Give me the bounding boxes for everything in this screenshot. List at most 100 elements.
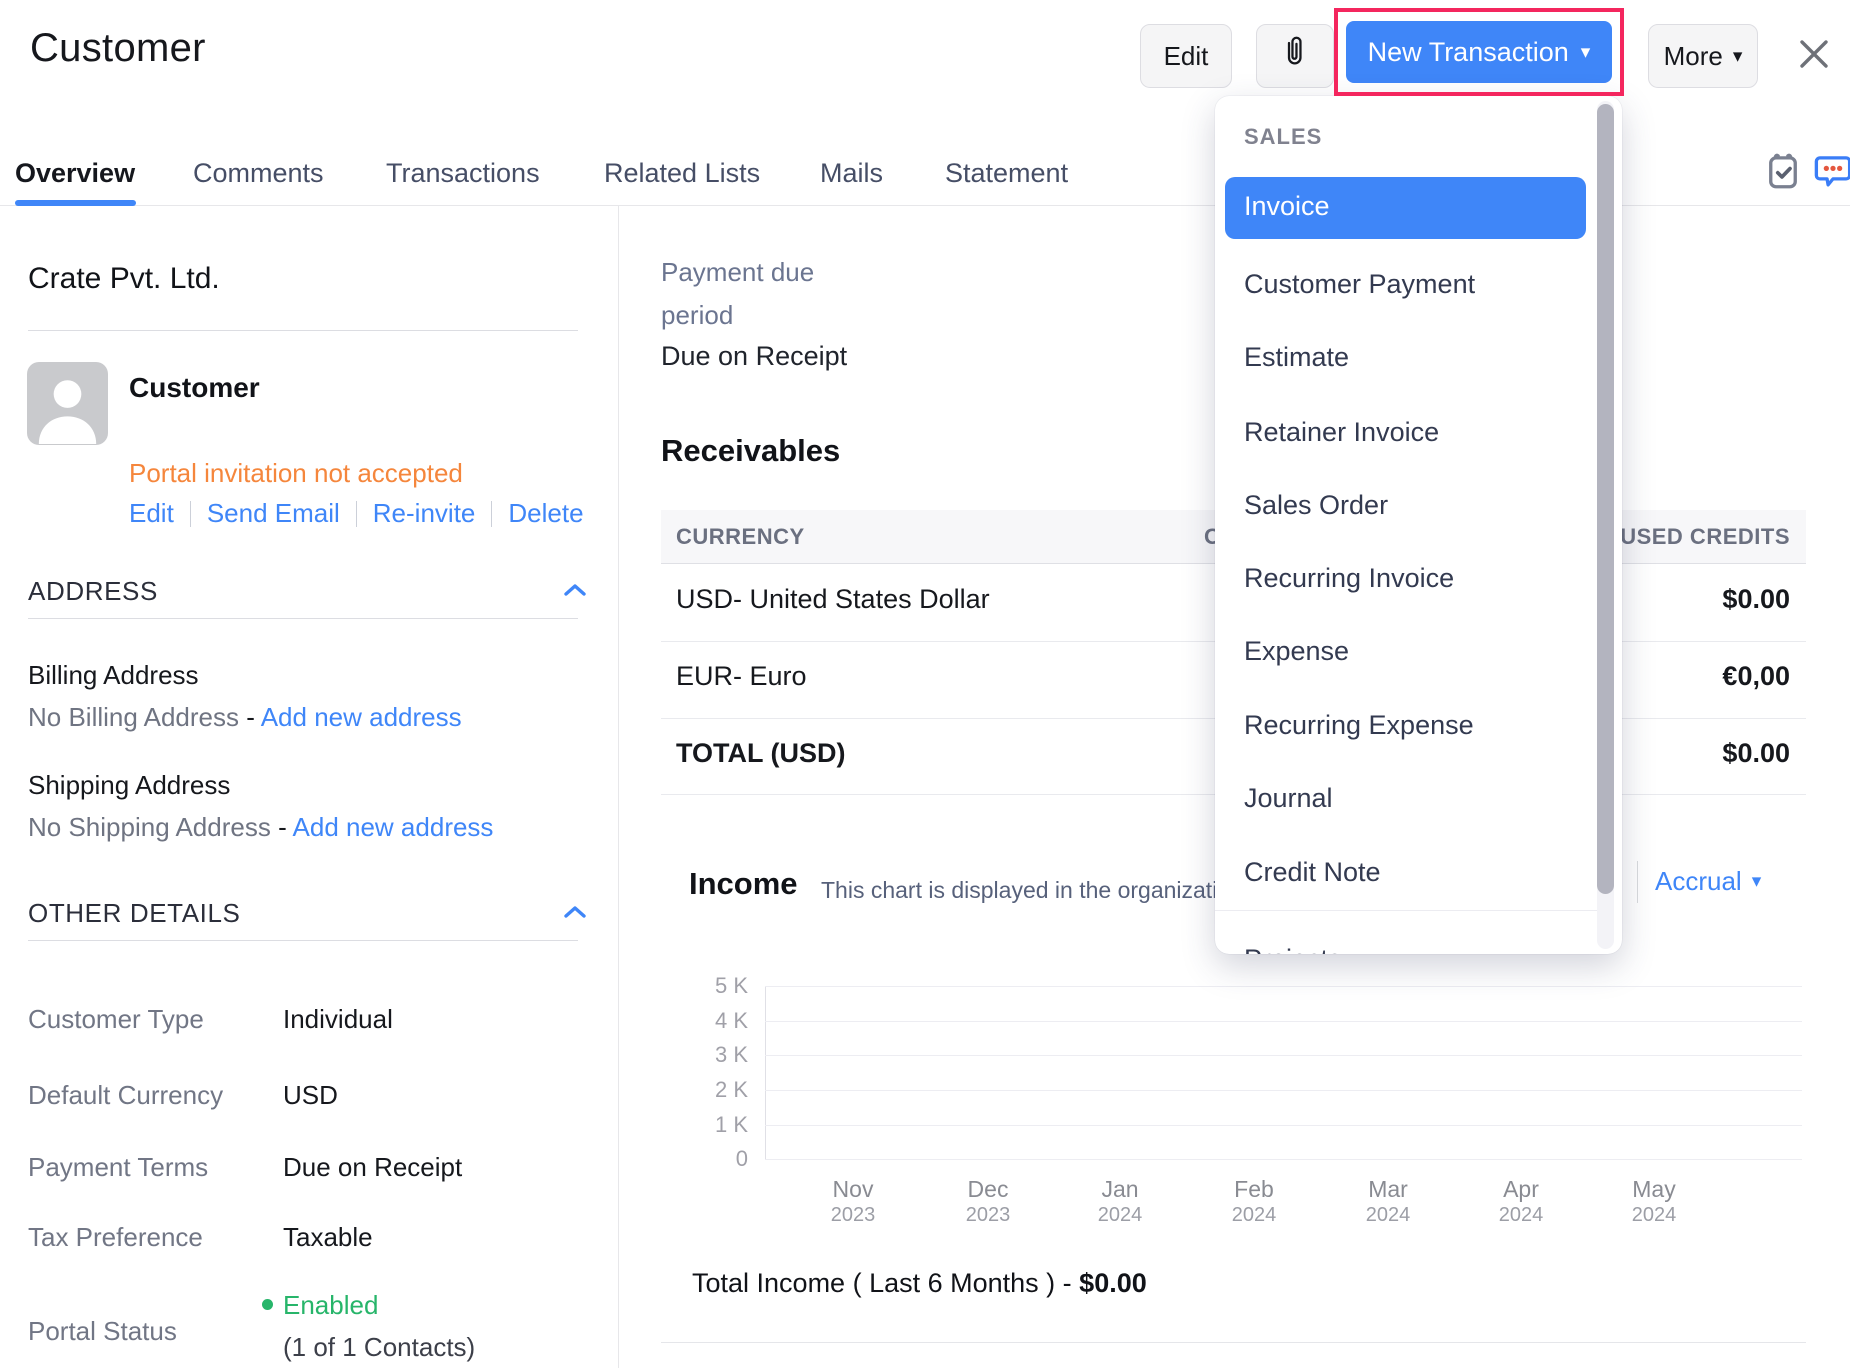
xtick-year: 2023 <box>830 1204 876 1226</box>
shipping-address-empty: No Shipping Address <box>28 812 271 842</box>
chevron-down-icon: ▾ <box>1580 41 1591 63</box>
ytick-5k: 5 K <box>714 973 748 998</box>
portal-warning-text: Portal invitation not accepted <box>129 458 463 488</box>
menu-item-customer-payment[interactable]: Customer Payment <box>1244 269 1574 307</box>
tax-preference-value: Taxable <box>283 1222 373 1252</box>
collapse-other-details-icon[interactable] <box>563 904 587 920</box>
portal-status-label: Portal Status <box>28 1316 177 1346</box>
tab-related-lists[interactable]: Related Lists <box>604 158 760 189</box>
xtick-month: May <box>1632 1176 1676 1202</box>
gridline <box>765 1021 1802 1022</box>
xtick-month: Nov <box>832 1176 874 1202</box>
customer-detail-page: Customer Edit New Transaction ▾ More ▾ O… <box>0 0 1850 1368</box>
menu-scrollbar-thumb[interactable] <box>1597 104 1614 894</box>
xtick-month: Dec <box>967 1176 1009 1202</box>
ytick-4k: 4 K <box>714 1008 748 1033</box>
xtick-year: 2024 <box>1631 1204 1677 1226</box>
menu-item-recurring-expense[interactable]: Recurring Expense <box>1244 710 1574 748</box>
attachment-button[interactable] <box>1256 24 1334 88</box>
billing-address-empty: No Billing Address <box>28 702 239 732</box>
gridline <box>765 1055 1802 1056</box>
ytick-2k: 2 K <box>714 1077 748 1102</box>
customer-type-label: Customer Type <box>28 1004 204 1034</box>
tab-mails[interactable]: Mails <box>820 158 883 189</box>
gridline <box>765 986 1802 987</box>
collapse-address-icon[interactable] <box>563 582 587 598</box>
divider <box>491 500 493 527</box>
receivables-title: Receivables <box>661 433 841 468</box>
xtick-month: Mar <box>1368 1176 1408 1202</box>
divider <box>189 500 191 527</box>
menu-item-invoice-label: Invoice <box>1244 191 1330 221</box>
status-dot-icon <box>262 1299 273 1310</box>
chart-baseline <box>765 1159 1802 1160</box>
payment-due-period-label-line2: period <box>661 300 734 330</box>
total-income-value: $0.00 <box>1079 1268 1147 1298</box>
row-currency-eur: EUR- Euro <box>676 661 807 691</box>
col-currency: CURRENCY <box>676 524 805 549</box>
company-name: Crate Pvt. Ltd. <box>28 262 220 295</box>
tab-overview[interactable]: Overview <box>15 158 135 189</box>
menu-item-recurring-invoice[interactable]: Recurring Invoice <box>1244 563 1574 601</box>
income-title: Income <box>689 866 798 901</box>
paperclip-icon <box>1279 35 1311 78</box>
divider <box>661 1342 1806 1343</box>
tab-transactions[interactable]: Transactions <box>386 158 540 189</box>
chevron-down-icon: ▾ <box>1732 45 1743 67</box>
contact-edit-link[interactable]: Edit <box>129 498 174 529</box>
ytick-0: 0 <box>735 1146 748 1171</box>
accounting-basis-dropdown[interactable]: Accrual ▾ <box>1655 866 1761 897</box>
divider <box>1215 910 1597 911</box>
address-section-title: ADDRESS <box>28 576 158 606</box>
panel-divider <box>618 206 619 1368</box>
comments-chat-icon[interactable] <box>1812 150 1850 192</box>
send-email-link[interactable]: Send Email <box>207 498 340 529</box>
re-invite-link[interactable]: Re-invite <box>373 498 476 529</box>
row-currency-usd: USD- United States Dollar <box>676 584 990 614</box>
menu-item-estimate[interactable]: Estimate <box>1244 342 1574 380</box>
active-tab-underline <box>15 200 136 206</box>
tab-comments[interactable]: Comments <box>193 158 324 189</box>
more-button[interactable]: More ▾ <box>1648 24 1758 88</box>
tab-statement[interactable]: Statement <box>945 158 1068 189</box>
chart-y-axis <box>765 986 766 1160</box>
menu-section-sales: SALES <box>1244 124 1323 149</box>
avatar <box>27 362 108 445</box>
gridline <box>765 1125 1802 1126</box>
page-title: Customer <box>30 26 206 70</box>
default-currency-label: Default Currency <box>28 1080 224 1110</box>
xtick-year: 2024 <box>1498 1204 1544 1226</box>
close-icon[interactable] <box>1794 34 1834 74</box>
total-income-line: Total Income ( Last 6 Months ) - $0.00 <box>692 1268 1147 1299</box>
xtick-year: 2024 <box>1097 1204 1143 1226</box>
divider <box>28 940 578 941</box>
ytick-1k: 1 K <box>714 1112 748 1137</box>
menu-item-invoice[interactable]: Invoice <box>1225 177 1586 239</box>
accrual-label: Accrual <box>1655 866 1742 896</box>
menu-item-credit-note[interactable]: Credit Note <box>1244 857 1574 895</box>
menu-item-retainer-invoice[interactable]: Retainer Invoice <box>1244 417 1574 455</box>
other-details-section-title: OTHER DETAILS <box>28 898 241 928</box>
menu-item-partially-visible[interactable]: Projects <box>1244 944 1342 954</box>
menu-item-expense[interactable]: Expense <box>1244 636 1574 674</box>
xtick-month: Jan <box>1101 1176 1139 1202</box>
tasks-clipboard-icon[interactable] <box>1762 150 1804 192</box>
gridline <box>765 1090 1802 1091</box>
chevron-down-icon: ▾ <box>1751 871 1762 892</box>
menu-item-journal[interactable]: Journal <box>1244 783 1574 821</box>
xtick-month: Feb <box>1234 1176 1274 1202</box>
tax-preference-label: Tax Preference <box>28 1222 203 1252</box>
add-shipping-address-link[interactable]: Add new address <box>293 812 494 842</box>
add-billing-address-link[interactable]: Add new address <box>261 702 462 732</box>
new-transaction-button[interactable]: New Transaction ▾ <box>1346 21 1612 83</box>
new-transaction-label: New Transaction <box>1367 36 1569 67</box>
edit-button[interactable]: Edit <box>1140 24 1232 88</box>
delete-link[interactable]: Delete <box>508 498 583 529</box>
menu-item-sales-order[interactable]: Sales Order <box>1244 490 1574 528</box>
row-total-label: TOTAL (USD) <box>676 738 846 768</box>
portal-status-contacts: (1 of 1 Contacts) <box>283 1332 476 1362</box>
payment-due-period-label-line1: Payment due <box>661 257 815 287</box>
portal-status-badge: Enabled <box>262 1290 378 1321</box>
divider <box>28 618 578 619</box>
ytick-3k: 3 K <box>714 1042 748 1067</box>
